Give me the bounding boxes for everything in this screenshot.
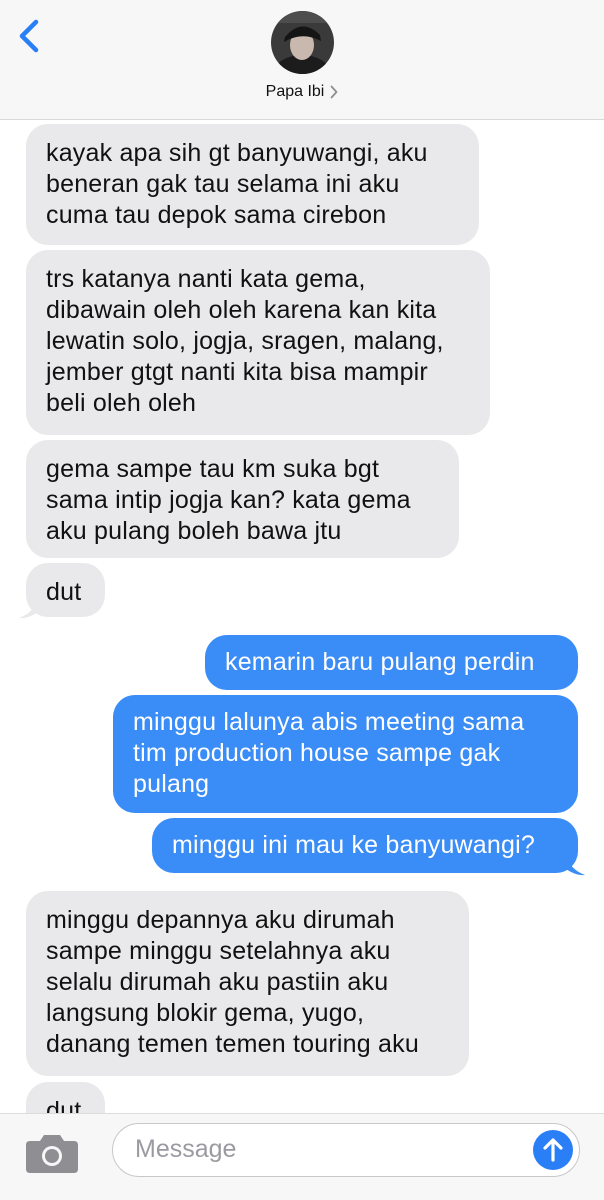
contact-name: Papa Ibi bbox=[265, 83, 325, 100]
conversation-header: Papa Ibi bbox=[0, 0, 604, 120]
message-input[interactable]: Message bbox=[112, 1123, 580, 1177]
message-bubble-incoming[interactable]: minggu depannya aku dirumah sampe minggu… bbox=[26, 891, 469, 1076]
composer-bar: Message bbox=[0, 1113, 604, 1200]
message-thread: kayak apa sih gt banyuwangi, aku beneran… bbox=[0, 120, 604, 1113]
message-bubble-outgoing[interactable]: minggu lalunya abis meeting sama tim pro… bbox=[113, 695, 578, 813]
chevron-right-icon bbox=[330, 85, 338, 99]
contact-name-link[interactable]: Papa Ibi bbox=[0, 80, 604, 104]
bubble-tail-incoming bbox=[19, 598, 41, 619]
bubble-tail-outgoing bbox=[563, 855, 585, 876]
message-bubble-outgoing[interactable]: minggu ini mau ke banyuwangi? bbox=[152, 818, 578, 873]
camera-icon bbox=[26, 1135, 78, 1173]
avatar[interactable] bbox=[271, 11, 334, 74]
send-button[interactable] bbox=[533, 1130, 573, 1170]
back-button[interactable] bbox=[14, 16, 50, 60]
chevron-left-icon bbox=[19, 19, 39, 53]
send-arrow-up-icon bbox=[543, 1138, 563, 1162]
message-bubble-incoming[interactable]: dut bbox=[26, 1082, 105, 1113]
message-placeholder: Message bbox=[135, 1135, 237, 1163]
message-bubble-incoming[interactable]: trs katanya nanti kata gema, dibawain ol… bbox=[26, 250, 490, 435]
camera-button[interactable] bbox=[24, 1131, 80, 1175]
message-bubble-outgoing[interactable]: kemarin baru pulang perdin bbox=[205, 635, 578, 690]
message-bubble-incoming[interactable]: gema sampe tau km suka bgt sama intip jo… bbox=[26, 440, 459, 558]
message-bubble-incoming[interactable]: kayak apa sih gt banyuwangi, aku beneran… bbox=[26, 124, 479, 245]
